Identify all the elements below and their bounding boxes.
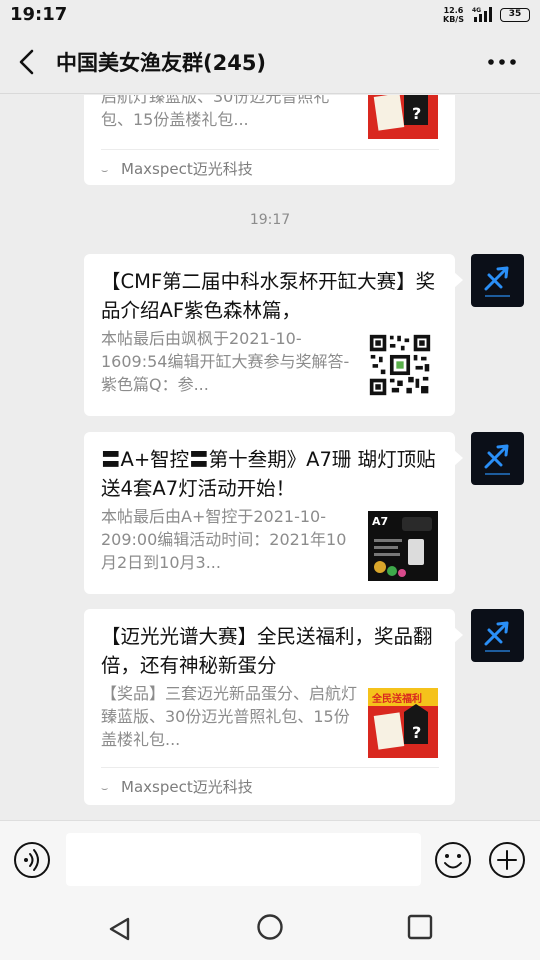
plus-icon[interactable] [488, 841, 526, 879]
card-description: 本帖最后由A+智控于2021-10-209:00编辑活动时间：2021年10月2… [101, 507, 347, 572]
sagittarius-logo-icon [484, 444, 510, 475]
message-input[interactable] [66, 833, 421, 886]
link-card[interactable]: 【CMF第二届中科水泵杯开缸大赛】奖品介绍AF紫色森林篇， 本帖最后由飒枫于20… [84, 254, 463, 416]
link-card[interactable]: 〓A+智控〓第十叁期》A7珊 瑚灯顶贴送4套A7灯活动开始！ 本帖最后由A+智控… [84, 432, 463, 594]
card-description: 本帖最后由飒枫于2021-10-1609:54编辑开缸大赛参与奖解答-紫色篇Q：… [101, 329, 350, 394]
svg-text:?: ? [412, 723, 421, 742]
chat-area[interactable]: 启航灯臻蓝版、30份迈光普照礼包、15份盖楼礼包... ? ⌣ Maxspect迈… [0, 95, 540, 820]
network-speed: 12.6 KB/S [443, 6, 464, 24]
system-nav-bar [0, 898, 540, 960]
mini-program-icon: ⌣ [101, 164, 109, 177]
svg-text:4G: 4G [472, 7, 481, 14]
signal-icon: 4G [472, 7, 492, 22]
card-description: 启航灯臻蓝版、30份迈光普照礼包、15份盖楼礼包... [101, 95, 330, 129]
bubble-tail [454, 272, 463, 288]
status-time: 19:17 [10, 4, 68, 25]
card-title: 【CMF第二届中科水泵杯开缸大赛】奖品介绍AF紫色森林篇， [101, 270, 436, 322]
back-arrow-icon[interactable] [14, 48, 42, 76]
battery-icon: 35 [500, 8, 530, 22]
avatar[interactable] [471, 432, 524, 485]
nav-home-icon[interactable] [256, 913, 284, 941]
more-icon[interactable] [484, 50, 520, 74]
card-thumbnail: A7 [368, 511, 438, 581]
sagittarius-logo-icon [484, 621, 510, 652]
card-title: 〓A+智控〓第十叁期》A7珊 瑚灯顶贴送4套A7灯活动开始！ [101, 448, 436, 500]
svg-text:A7: A7 [372, 515, 388, 528]
svg-text:?: ? [412, 104, 421, 123]
chat-title: 中国美女渔友群(245) [56, 51, 267, 75]
title-bar: 中国美女渔友群(245) [0, 30, 540, 94]
card-source-label: Maxspect迈光科技 [121, 778, 253, 796]
card-thumbnail: 全民送福利 ? [368, 688, 438, 758]
avatar[interactable] [471, 254, 524, 307]
avatar[interactable] [471, 609, 524, 662]
card-divider [101, 767, 439, 768]
emoji-icon[interactable] [434, 841, 472, 879]
svg-text:全民送福利: 全民送福利 [371, 692, 422, 705]
qr-code-thumbnail [368, 333, 432, 397]
nav-back-icon[interactable] [106, 915, 134, 943]
message-timestamp: 19:17 [249, 212, 291, 228]
nav-recent-icon[interactable] [406, 913, 434, 941]
card-divider [101, 149, 439, 150]
card-source-label: Maxspect迈光科技 [121, 160, 253, 178]
sagittarius-logo-icon [484, 266, 510, 297]
card-source: ⌣ Maxspect迈光科技 [101, 776, 253, 797]
card-thumbnail: ? [368, 95, 438, 139]
card-title: 【迈光光谱大赛】全民送福利，奖品翻倍，还有神秘新蛋分 [101, 625, 433, 677]
link-card[interactable]: 启航灯臻蓝版、30份迈光普照礼包、15份盖楼礼包... ? ⌣ Maxspect迈… [84, 95, 455, 185]
mini-program-icon: ⌣ [101, 782, 109, 795]
input-bar [0, 820, 540, 898]
link-card[interactable]: 【迈光光谱大赛】全民送福利，奖品翻倍，还有神秘新蛋分 【奖品】三套迈光新品蛋分、… [84, 609, 463, 805]
bubble-tail [454, 627, 463, 643]
status-bar: 19:17 12.6 KB/S 4G 35 [0, 0, 540, 30]
card-description: 【奖品】三套迈光新品蛋分、启航灯臻蓝版、30份迈光普照礼包、15份盖楼礼包... [101, 684, 358, 749]
bubble-tail [454, 450, 463, 466]
voice-icon[interactable] [13, 841, 51, 879]
card-source: ⌣ Maxspect迈光科技 [101, 158, 253, 179]
